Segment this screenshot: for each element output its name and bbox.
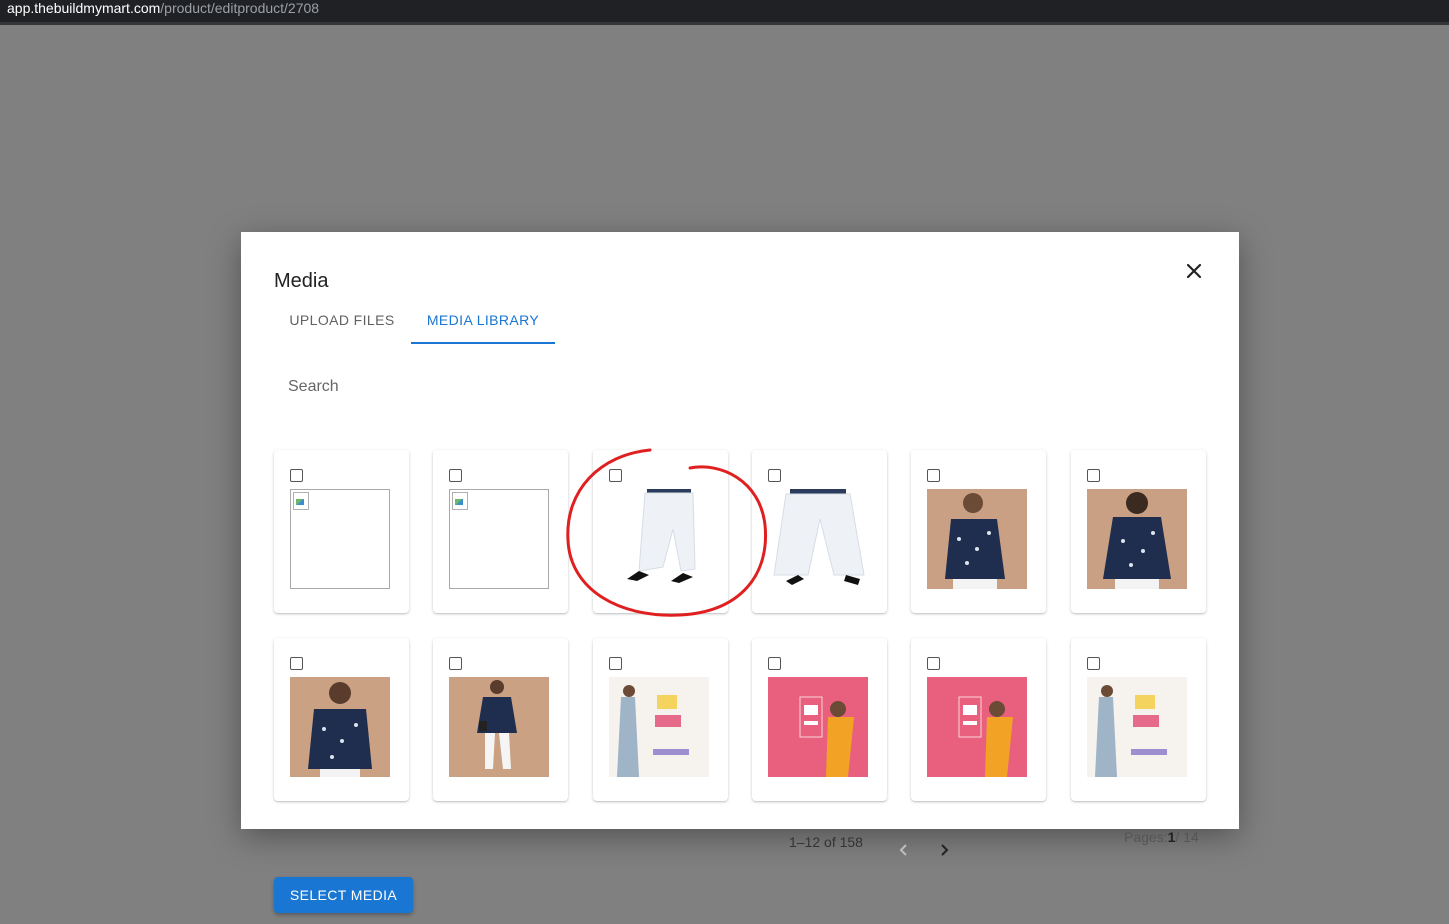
chevron-right-icon: [941, 844, 949, 856]
url-path: /product/editproduct/2708: [160, 0, 320, 16]
media-thumbnail: [768, 677, 868, 777]
next-page-button[interactable]: [932, 838, 956, 862]
chevron-left-icon: [899, 844, 907, 856]
media-thumbnail: [290, 677, 390, 777]
url-text[interactable]: app.thebuildmymart.com/product/editprodu…: [7, 0, 319, 16]
media-card[interactable]: [1071, 638, 1206, 801]
search-input[interactable]: [274, 370, 688, 404]
media-card[interactable]: [752, 450, 887, 613]
broken-image-icon: [293, 492, 309, 510]
previous-page-button[interactable]: [892, 838, 916, 862]
media-checkbox[interactable]: [609, 657, 622, 670]
broken-image-icon: [452, 492, 468, 510]
media-checkbox[interactable]: [1087, 469, 1100, 482]
media-dialog: Media UPLOAD FILES MEDIA LIBRARY: [241, 232, 1239, 829]
pages-prefix: Pages:: [1124, 829, 1168, 845]
media-checkbox[interactable]: [927, 657, 940, 670]
broken-image-thumbnail: [290, 489, 390, 589]
media-card[interactable]: [274, 638, 409, 801]
media-thumbnail: [927, 489, 1027, 589]
pagination-range: 1–12 of 158: [789, 834, 863, 850]
select-media-button[interactable]: SELECT MEDIA: [274, 877, 413, 913]
page-indicator: Pages:1/ 14: [1124, 829, 1199, 845]
broken-image-thumbnail: [449, 489, 549, 589]
media-thumbnail: [927, 677, 1027, 777]
media-thumbnail: [1087, 489, 1187, 589]
media-checkbox[interactable]: [609, 469, 622, 482]
close-icon: [1186, 263, 1202, 279]
media-thumbnail: [1087, 677, 1187, 777]
tab-media-library[interactable]: MEDIA LIBRARY: [411, 300, 555, 343]
media-card[interactable]: [1071, 450, 1206, 613]
media-checkbox[interactable]: [927, 469, 940, 482]
media-checkbox[interactable]: [449, 469, 462, 482]
media-card[interactable]: [593, 450, 728, 613]
media-checkbox[interactable]: [768, 657, 781, 670]
pages-total: / 14: [1175, 829, 1199, 845]
media-checkbox[interactable]: [1087, 657, 1100, 670]
media-checkbox[interactable]: [290, 469, 303, 482]
media-card[interactable]: [433, 638, 568, 801]
tab-upload-files[interactable]: UPLOAD FILES: [274, 300, 410, 343]
media-thumbnail: [449, 677, 549, 777]
dialog-title: Media: [274, 270, 329, 292]
media-card[interactable]: [911, 450, 1046, 613]
media-grid: [274, 450, 1207, 802]
media-thumbnail: [609, 677, 709, 777]
media-thumbnail: [609, 489, 709, 589]
active-tab-indicator: [411, 342, 555, 344]
media-checkbox[interactable]: [290, 657, 303, 670]
browser-address-bar[interactable]: app.thebuildmymart.com/product/editprodu…: [0, 0, 1449, 25]
media-checkbox[interactable]: [768, 469, 781, 482]
media-thumbnail: [768, 489, 868, 589]
media-checkbox[interactable]: [449, 657, 462, 670]
media-card[interactable]: [752, 638, 887, 801]
media-card[interactable]: [911, 638, 1046, 801]
close-button[interactable]: [1179, 256, 1209, 286]
media-card[interactable]: [433, 450, 568, 613]
media-card[interactable]: [593, 638, 728, 801]
url-host: app.thebuildmymart.com: [7, 0, 161, 16]
media-card[interactable]: [274, 450, 409, 613]
